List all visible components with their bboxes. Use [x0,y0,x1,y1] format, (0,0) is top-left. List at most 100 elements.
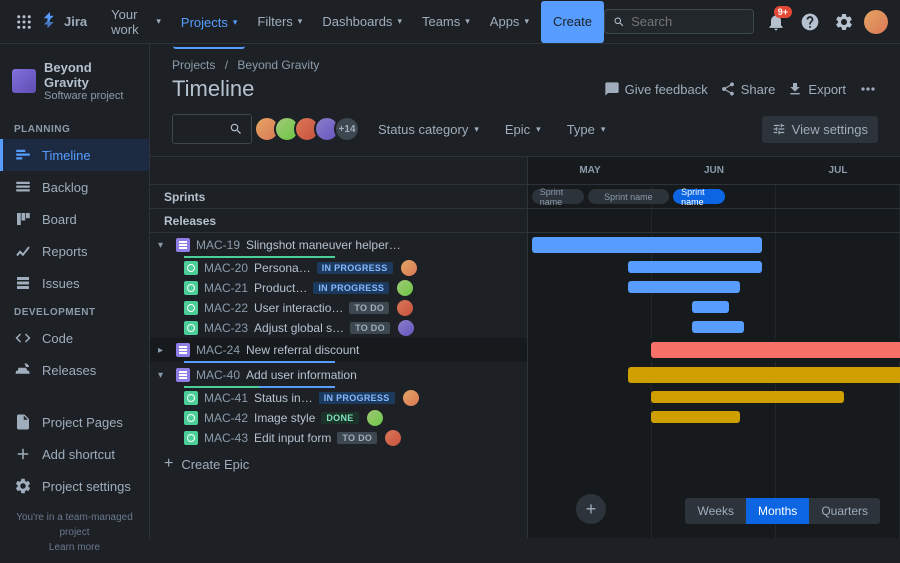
project-header[interactable]: Beyond Gravity Software project [0,56,149,116]
status-pill: IN PROGRESS [317,262,393,274]
epic-title: Add user information [246,368,519,382]
zoom-quarters[interactable]: Quarters [809,498,880,524]
expand-icon[interactable]: ▸ [158,345,170,356]
epic-bar[interactable] [532,237,763,253]
settings-icon[interactable] [830,8,858,36]
epic-bar[interactable] [651,342,900,358]
epic-row[interactable]: ▾ MAC-40 Add user information [150,363,527,387]
sidebar-add-shortcut[interactable]: Add shortcut [0,438,149,470]
story-icon [184,301,198,315]
expand-icon[interactable]: ▾ [158,370,170,381]
status-pill: TO DO [349,302,389,314]
nav-projects[interactable]: Projects▾ [173,1,246,49]
help-icon[interactable] [796,8,824,36]
timeline-search[interactable] [172,114,252,144]
sidebar-code[interactable]: Code [0,322,149,354]
search-icon [229,122,243,136]
export-button[interactable]: Export [787,81,846,97]
releases-label: Releases [150,209,527,233]
child-bar[interactable] [651,411,740,423]
child-bar[interactable] [628,281,740,293]
user-avatar[interactable] [864,10,888,34]
sprint-pill[interactable]: Sprint name [588,189,670,204]
releases-track [528,209,900,233]
breadcrumb-project[interactable]: Beyond Gravity [237,58,319,72]
expand-icon[interactable]: ▾ [158,240,170,251]
child-row[interactable]: MAC-22User interactio…TO DO [150,298,527,318]
breadcrumb-projects[interactable]: Projects [172,58,215,72]
child-bar[interactable] [692,301,729,313]
epic-row[interactable]: ▸MAC-24New referral discount [150,338,527,362]
sidebar-project-settings[interactable]: Project settings [0,470,149,502]
epic-row[interactable]: ▾ MAC-19 Slingshot maneuver helper… [150,233,527,257]
assignee-avatar[interactable] [403,390,419,406]
epic-icon [176,343,190,357]
nav-teams[interactable]: Teams▾ [414,1,478,43]
assignee-avatar[interactable] [367,410,383,426]
global-search[interactable] [604,9,754,34]
nav-dashboards[interactable]: Dashboards▾ [314,1,410,43]
zoom-weeks[interactable]: Weeks [685,498,745,524]
child-row[interactable]: MAC-42Image styleDONE [150,408,527,428]
assignee-avatar[interactable] [385,430,401,446]
child-key: MAC-42 [204,411,248,425]
sidebar-timeline[interactable]: Timeline [0,139,149,171]
story-icon [184,281,198,295]
filter-epic[interactable]: Epic▾ [497,116,549,143]
sidebar-project-pages[interactable]: Project Pages [0,406,149,438]
zoom-months[interactable]: Months [746,498,809,524]
child-bar[interactable] [628,261,762,273]
create-button[interactable]: Create [541,1,604,43]
child-bar[interactable] [692,321,744,333]
notifications-icon[interactable]: 9+ [762,8,790,36]
child-bar[interactable] [651,391,844,403]
view-settings-button[interactable]: View settings [762,116,878,143]
avatar-more[interactable]: +14 [334,116,360,142]
filter-type[interactable]: Type▾ [559,116,614,143]
child-row[interactable]: MAC-41Status in…IN PROGRESS [150,388,527,408]
nav-apps[interactable]: Apps▾ [482,1,537,43]
sprint-pill[interactable]: Sprint name [532,189,584,204]
jira-logo[interactable]: Jira [40,12,87,32]
epic-bar[interactable] [628,367,900,383]
sprints-track: Sprint nameSprint nameSprint name [528,185,900,209]
sidebar-reports[interactable]: Reports [0,235,149,267]
more-actions-icon[interactable] [858,79,878,99]
filter-status[interactable]: Status category▾ [370,116,487,143]
child-row[interactable]: MAC-23Adjust global s…TO DO [150,318,527,338]
epic-icon [176,238,190,252]
sidebar-issues[interactable]: Issues [0,267,149,299]
child-row[interactable]: MAC-20Persona…IN PROGRESS [150,258,527,278]
assignee-avatar[interactable] [397,300,413,316]
app-switcher-icon[interactable] [12,10,36,34]
add-fab-button[interactable]: + [576,494,606,524]
nav-filters[interactable]: Filters▾ [249,1,310,43]
epic-key: MAC-19 [196,238,240,252]
child-row[interactable]: MAC-21Product…IN PROGRESS [150,278,527,298]
month-header: JUL [776,157,900,184]
learn-more-link[interactable]: Learn more [12,540,137,555]
assignee-avatar[interactable] [397,280,413,296]
status-pill: DONE [321,412,358,424]
assignee-avatar[interactable] [398,320,414,336]
sidebar-releases[interactable]: Releases [0,354,149,386]
topbar: Jira Your work▾ Projects▾ Filters▾ Dashb… [0,0,900,44]
page-title: Timeline [172,76,604,102]
child-row[interactable]: MAC-43Edit input formTO DO [150,428,527,448]
sidebar-backlog[interactable]: Backlog [0,171,149,203]
nav-your-work[interactable]: Your work▾ [103,1,169,43]
share-button[interactable]: Share [720,81,776,97]
project-name: Beyond Gravity [44,60,137,90]
epic-title: Slingshot maneuver helper… [246,238,519,252]
give-feedback[interactable]: Give feedback [604,81,708,97]
create-epic-button[interactable]: +Create Epic [150,448,527,480]
epic-key: MAC-40 [196,368,240,382]
search-input[interactable] [631,14,745,29]
timeline-chart[interactable]: MAYJUNJUL Sprint nameSprint nameSprint n… [528,157,900,538]
sidebar-board[interactable]: Board [0,203,149,235]
assignee-avatar[interactable] [401,260,417,276]
assignee-avatars[interactable]: +14 [260,116,360,142]
timeline-sidebar: Sprints Releases ▾MAC-19Slingshot maneuv… [150,157,528,538]
child-key: MAC-41 [204,391,248,405]
sprint-pill[interactable]: Sprint name [673,189,725,204]
